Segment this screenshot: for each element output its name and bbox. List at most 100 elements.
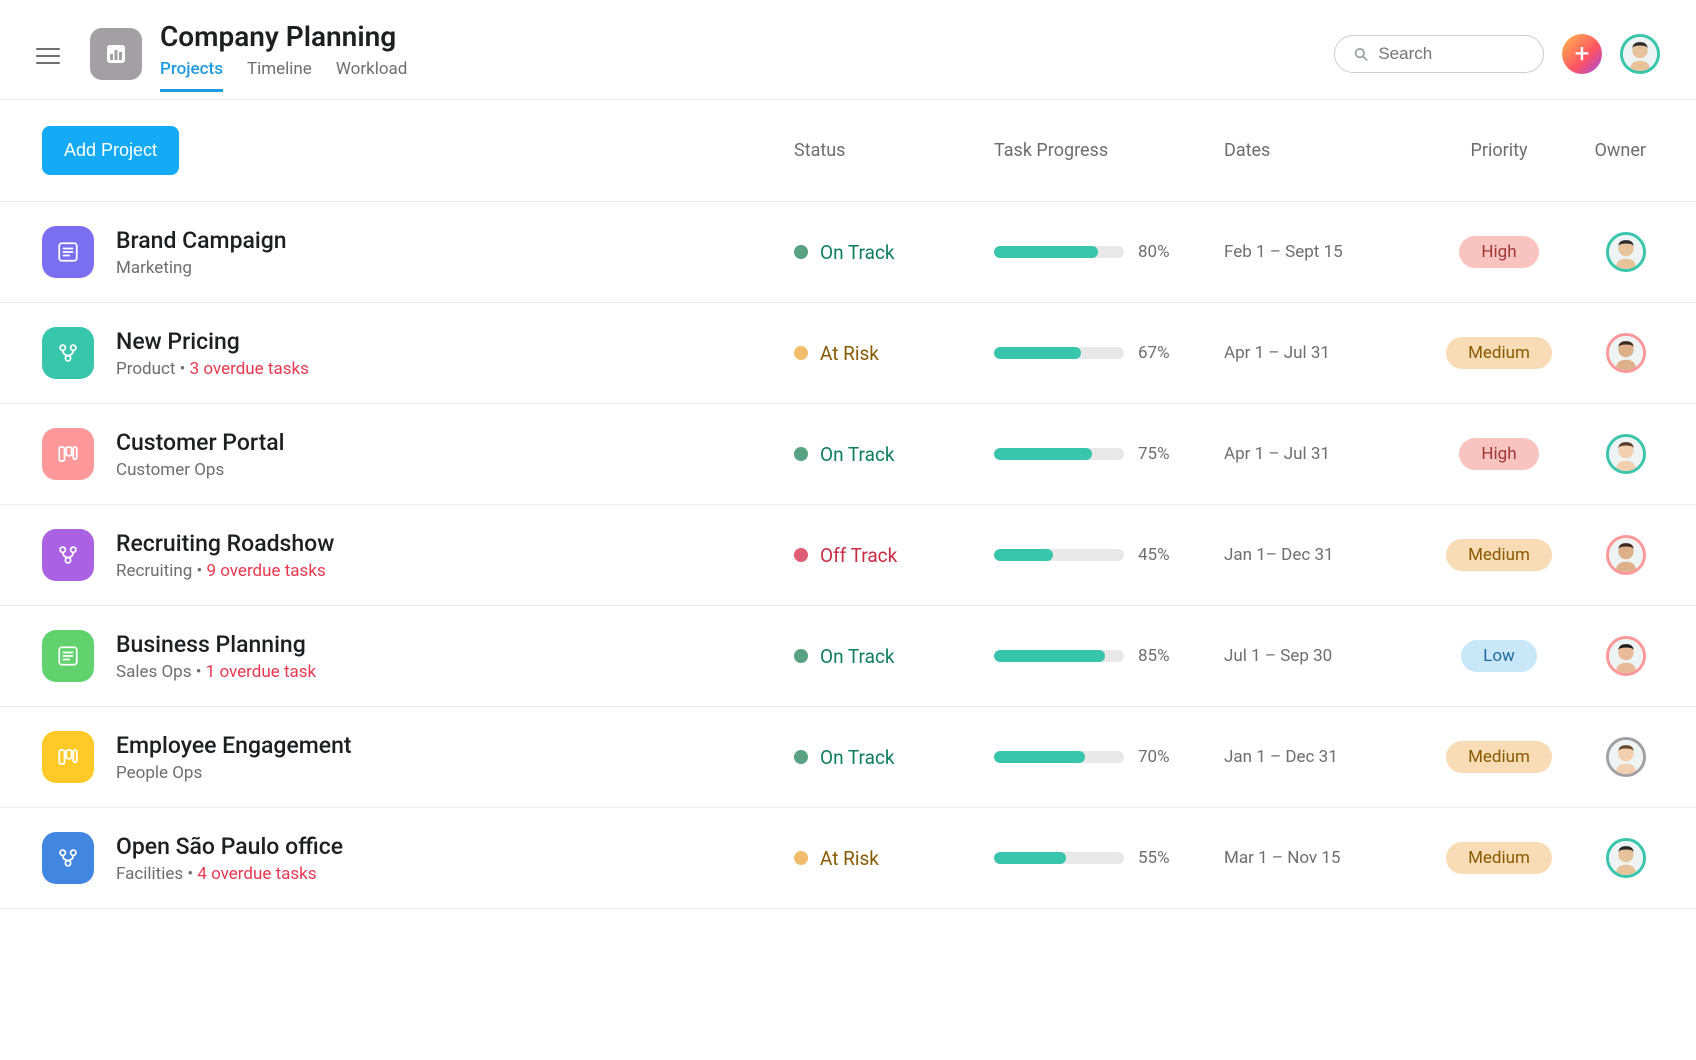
project-row[interactable]: New Pricing Product • 3 overdue tasks At…: [0, 303, 1696, 404]
status-cell[interactable]: On Track: [794, 241, 994, 264]
project-name: Recruiting Roadshow: [116, 530, 794, 557]
project-name: Employee Engagement: [116, 732, 794, 759]
priority-pill: Medium: [1446, 741, 1552, 773]
project-row[interactable]: Customer Portal Customer Ops On Track 75…: [0, 404, 1696, 505]
priority-cell[interactable]: Low: [1424, 640, 1574, 672]
status-label: On Track: [820, 746, 895, 769]
overdue-badge: 9 overdue tasks: [206, 561, 325, 581]
portfolio-icon[interactable]: [90, 28, 142, 80]
progress-cell: 80%: [994, 242, 1224, 262]
priority-cell[interactable]: High: [1424, 236, 1574, 268]
column-header-progress: Task Progress: [994, 140, 1224, 161]
overdue-badge: 3 overdue tasks: [190, 359, 309, 379]
owner-cell[interactable]: [1574, 434, 1654, 474]
project-subtitle: Recruiting • 9 overdue tasks: [116, 561, 794, 581]
owner-cell[interactable]: [1574, 737, 1654, 777]
progress-bar: [994, 650, 1124, 662]
status-cell[interactable]: At Risk: [794, 847, 994, 870]
priority-pill: Medium: [1446, 842, 1552, 874]
progress-cell: 67%: [994, 343, 1224, 363]
progress-cell: 70%: [994, 747, 1224, 767]
project-icon: [42, 832, 94, 884]
status-cell[interactable]: On Track: [794, 746, 994, 769]
project-icon: [42, 327, 94, 379]
owner-cell[interactable]: [1574, 232, 1654, 272]
tabs: Projects Timeline Workload: [160, 59, 1316, 92]
project-row[interactable]: Brand Campaign Marketing On Track 80% Fe…: [0, 202, 1696, 303]
project-team: Facilities: [116, 864, 183, 884]
project-info: Business Planning Sales Ops • 1 overdue …: [116, 631, 794, 682]
project-team: Customer Ops: [116, 460, 224, 480]
progress-bar: [994, 549, 1124, 561]
progress-cell: 75%: [994, 444, 1224, 464]
priority-cell[interactable]: High: [1424, 438, 1574, 470]
owner-cell[interactable]: [1574, 838, 1654, 878]
owner-avatar: [1606, 232, 1646, 272]
priority-pill: High: [1459, 236, 1538, 268]
project-info: Employee Engagement People Ops: [116, 732, 794, 783]
status-dot-icon: [794, 548, 808, 562]
search-icon: [1353, 45, 1368, 63]
project-subtitle: Marketing: [116, 258, 794, 278]
overdue-badge: 1 overdue task: [206, 662, 316, 682]
dates-cell: Apr 1 – Jul 31: [1224, 444, 1424, 464]
search-input[interactable]: [1378, 44, 1525, 64]
owner-cell[interactable]: [1574, 535, 1654, 575]
owner-cell[interactable]: [1574, 636, 1654, 676]
status-cell[interactable]: At Risk: [794, 342, 994, 365]
project-info: Recruiting Roadshow Recruiting • 9 overd…: [116, 530, 794, 581]
priority-pill: Low: [1461, 640, 1537, 672]
status-dot-icon: [794, 750, 808, 764]
progress-percent: 80%: [1138, 242, 1170, 262]
status-cell[interactable]: On Track: [794, 645, 994, 668]
owner-cell[interactable]: [1574, 333, 1654, 373]
progress-cell: 85%: [994, 646, 1224, 666]
project-name: Customer Portal: [116, 429, 794, 456]
column-headers: Status Task Progress Dates Priority Owne…: [794, 140, 1654, 161]
project-name: Brand Campaign: [116, 227, 794, 254]
project-info: New Pricing Product • 3 overdue tasks: [116, 328, 794, 379]
priority-pill: High: [1459, 438, 1538, 470]
search-field[interactable]: [1334, 35, 1544, 73]
priority-cell[interactable]: Medium: [1424, 539, 1574, 571]
priority-cell[interactable]: Medium: [1424, 337, 1574, 369]
status-cell[interactable]: On Track: [794, 443, 994, 466]
app-header: Company Planning ProjectsTimelineWorkloa…: [0, 0, 1696, 100]
dates-cell: Mar 1 – Nov 15: [1224, 848, 1424, 868]
owner-avatar: [1606, 838, 1646, 878]
project-row[interactable]: Business Planning Sales Ops • 1 overdue …: [0, 606, 1696, 707]
project-info: Open São Paulo office Facilities • 4 ove…: [116, 833, 794, 884]
status-cell[interactable]: Off Track: [794, 544, 994, 567]
project-icon: [42, 428, 94, 480]
status-dot-icon: [794, 649, 808, 663]
user-avatar[interactable]: [1620, 34, 1660, 74]
status-dot-icon: [794, 245, 808, 259]
owner-avatar: [1606, 434, 1646, 474]
progress-bar: [994, 751, 1124, 763]
project-subtitle: Sales Ops • 1 overdue task: [116, 662, 794, 682]
tab-projects[interactable]: Projects: [160, 59, 223, 92]
progress-percent: 75%: [1138, 444, 1170, 464]
status-label: On Track: [820, 443, 895, 466]
priority-cell[interactable]: Medium: [1424, 741, 1574, 773]
progress-bar: [994, 852, 1124, 864]
priority-pill: Medium: [1446, 337, 1552, 369]
dates-cell: Jul 1 – Sep 30: [1224, 646, 1424, 666]
project-icon: [42, 731, 94, 783]
add-project-button[interactable]: Add Project: [42, 126, 179, 175]
project-row[interactable]: Employee Engagement People Ops On Track …: [0, 707, 1696, 808]
owner-avatar: [1606, 535, 1646, 575]
progress-bar: [994, 246, 1124, 258]
status-dot-icon: [794, 346, 808, 360]
project-row[interactable]: Recruiting Roadshow Recruiting • 9 overd…: [0, 505, 1696, 606]
tab-workload[interactable]: Workload: [336, 59, 408, 92]
column-header-priority: Priority: [1424, 140, 1574, 161]
progress-bar: [994, 347, 1124, 359]
project-row[interactable]: Open São Paulo office Facilities • 4 ove…: [0, 808, 1696, 909]
tab-timeline[interactable]: Timeline: [247, 59, 312, 92]
priority-cell[interactable]: Medium: [1424, 842, 1574, 874]
toolbar: Add Project Status Task Progress Dates P…: [0, 100, 1696, 202]
menu-icon[interactable]: [36, 44, 60, 68]
global-add-button[interactable]: +: [1562, 34, 1602, 74]
project-subtitle: Product • 3 overdue tasks: [116, 359, 794, 379]
